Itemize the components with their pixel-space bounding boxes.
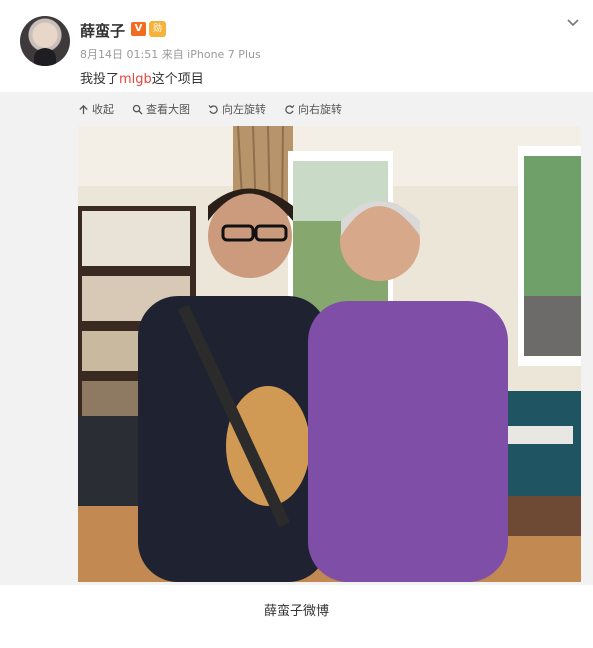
photo-caption: 薛蛮子微博 (263, 604, 329, 619)
post-photo[interactable] (78, 126, 581, 582)
collapse-icon (79, 104, 88, 114)
rotate-left-label: 向左旋转 (222, 103, 266, 116)
level-badge: 勋 (149, 21, 166, 37)
post-meta: 8月14日 01:51 来自 iPhone 7 Plus (80, 48, 261, 61)
collapse-button[interactable]: 收起 (78, 100, 114, 118)
username[interactable]: 薛蛮子 (80, 20, 125, 41)
search-icon (132, 104, 143, 115)
rotate-right-label: 向右旋转 (298, 103, 342, 116)
rotate-right-icon (285, 104, 295, 114)
collapse-label: 收起 (92, 103, 114, 116)
post-tag-link[interactable]: mlgb (119, 72, 152, 87)
post-text-before: 我投了 (80, 72, 120, 87)
post-text: 我投了mlgb这个项目 (80, 68, 204, 87)
post-text-after: 这个项目 (151, 72, 204, 87)
image-toolbar: 收起 查看大图 向左旋转 向右旋转 (78, 100, 342, 118)
rotate-left-icon (208, 104, 218, 114)
rotate-left-button[interactable]: 向左旋转 (208, 100, 266, 118)
view-large-label: 查看大图 (146, 103, 190, 116)
verified-v-badge: V (131, 22, 146, 36)
chevron-down-icon[interactable] (565, 14, 581, 30)
avatar[interactable] (20, 16, 70, 66)
rotate-right-button[interactable]: 向右旋转 (284, 100, 342, 118)
photo-illustration (78, 126, 581, 582)
view-large-button[interactable]: 查看大图 (132, 100, 190, 118)
post-header: 薛蛮子 V 勋 8月14日 01:51 来自 iPhone 7 Plus 我投了… (0, 0, 593, 92)
